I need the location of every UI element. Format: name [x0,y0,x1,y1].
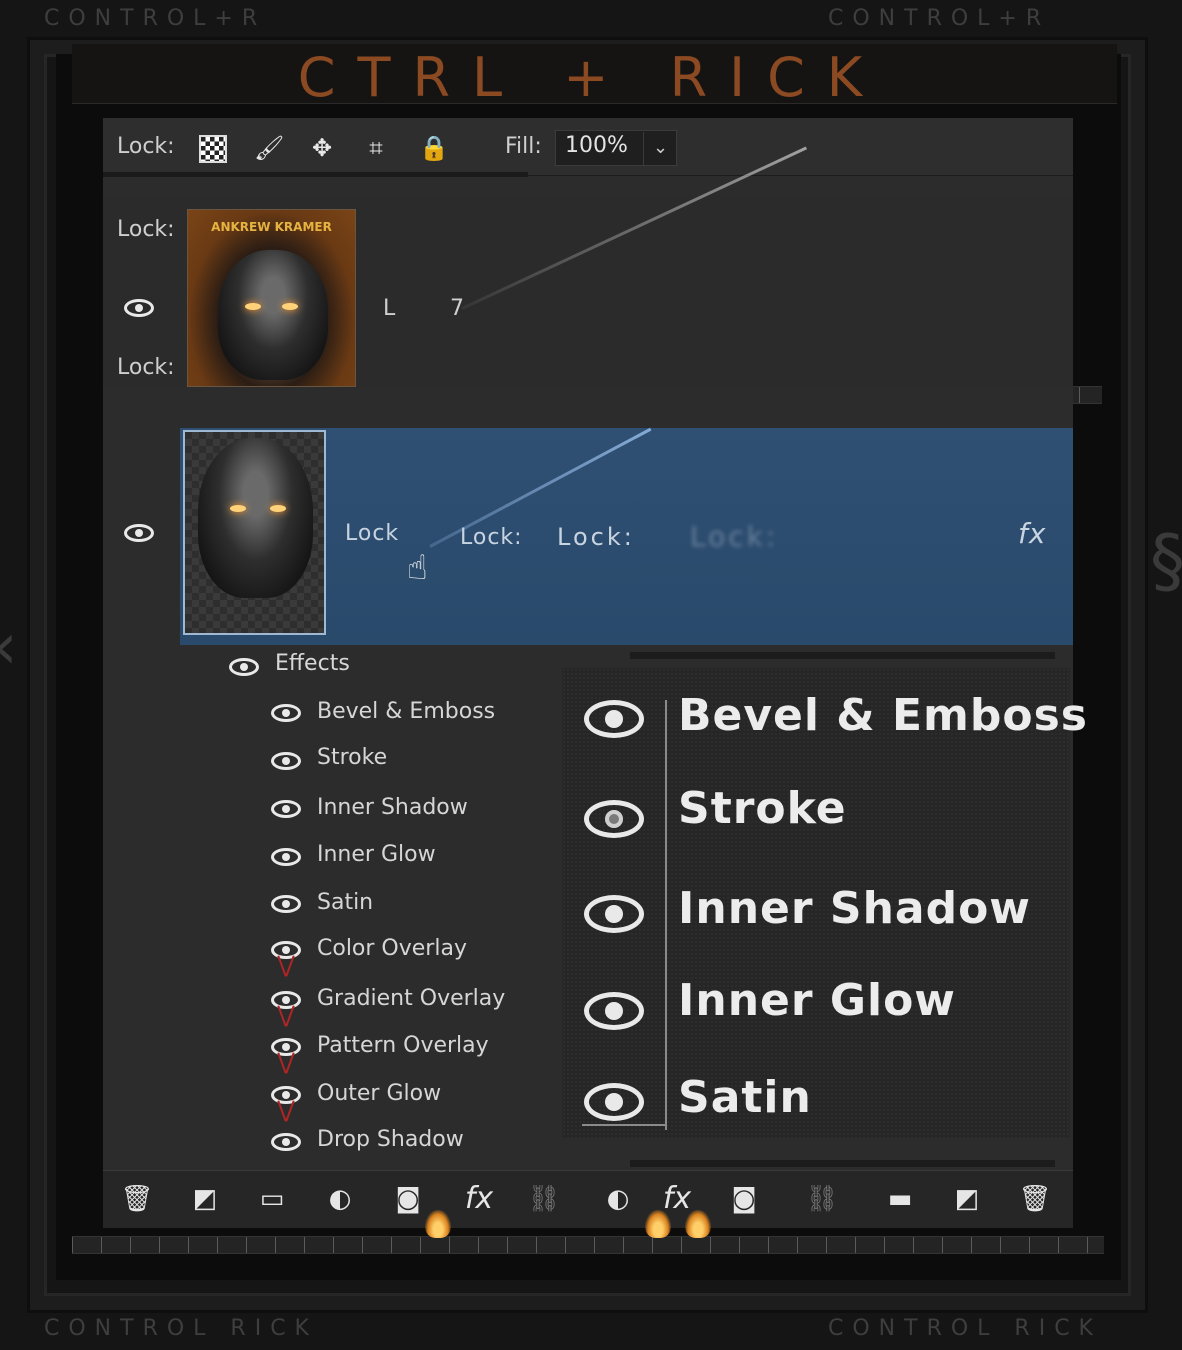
adjustment-icon-2[interactable]: ◐ [601,1182,635,1216]
layer1-name-fragment-a: L [383,296,396,321]
effect-inner-glow[interactable]: Inner Glow [317,842,436,867]
layer1-visibility-eye-icon[interactable] [124,299,154,317]
corner-watermark-bottom-right: CONTROL RICK [828,1316,1102,1341]
zoom-eye-icon-4 [584,1083,644,1121]
effect-pattern-overlay[interactable]: Pattern Overlay [317,1033,489,1058]
effects-group-title[interactable]: Effects [275,651,350,676]
effect-drop-shadow[interactable]: Drop Shadow [317,1127,464,1152]
layer2-lock-text-b: Lock: [460,525,523,550]
flame-glow-mid [645,1210,671,1238]
fill-value[interactable]: 100% [565,133,628,158]
mask-icon[interactable]: ◙ [391,1182,425,1216]
zoom-eye-icon-3 [584,992,644,1030]
layer2-lock-text-c: Lock: [557,523,635,551]
fill-dropdown-chevron-icon[interactable]: ⌄ [643,132,677,166]
adjustment-icon[interactable]: ◐ [323,1182,357,1216]
zoom-effect-bevel-emboss: Bevel & Emboss [678,690,1088,741]
effect-eye-icon-2[interactable] [271,800,301,818]
folder-icon[interactable]: ▭ [255,1182,289,1216]
fx-icon-2[interactable]: fx [660,1182,694,1216]
lock-move-icon[interactable]: ✥ [307,133,337,163]
effect-stroke[interactable]: Stroke [317,745,387,770]
corner-watermark-bottom-left: CONTROL RICK [44,1316,318,1341]
lock-artboard-icon[interactable]: ⌗ [361,133,391,163]
zoom-effect-satin: Satin [678,1072,812,1123]
zoom-effect-inner-shadow: Inner Shadow [678,883,1031,934]
zoom-divider [665,700,667,1130]
layer2-lock-text-a: Lock [345,521,400,546]
lock-label: Lock: [117,134,175,159]
lock-all-icon[interactable]: 🔒 [419,133,449,163]
link-icon[interactable]: ⛓ [527,1182,561,1216]
side-swirl-decor: § [1150,520,1182,602]
trash-icon-2[interactable]: 🗑 [1018,1182,1052,1216]
effect-outer-glow[interactable]: Outer Glow [317,1081,441,1106]
zoom-effect-stroke: Stroke [678,783,847,834]
zoom-eye-icon-0 [584,700,644,738]
layer1-lock-label-bottom: Lock: [117,355,175,380]
fx-icon[interactable]: fx [462,1182,496,1216]
layer1-helmet-image [218,250,328,380]
layer1-helmet-eye-right [282,303,298,310]
red-mark-7 [279,1052,293,1074]
link-icon-2[interactable]: ⛓ [805,1182,839,1216]
folder-icon-2[interactable]: ▬ [883,1182,917,1216]
new-layer-icon[interactable]: ◩ [188,1182,222,1216]
lock-brush-icon[interactable]: 🖌 [254,133,284,163]
mask-icon-2[interactable]: ◙ [727,1182,761,1216]
zoom-baseline [582,1124,667,1126]
zoom-eye-icon-2 [584,895,644,933]
effect-gradient-overlay[interactable]: Gradient Overlay [317,986,505,1011]
trash-icon[interactable]: 🗑 [120,1182,154,1216]
layer1-helmet-eye-left [245,303,261,310]
zoom-effect-inner-glow: Inner Glow [678,975,956,1026]
new-layer-icon-2[interactable]: ◩ [950,1182,984,1216]
layer2-helmet-eye-right [270,505,286,512]
zoom-bottom-strip [630,1160,1055,1167]
ruler-bottom [72,1236,1104,1254]
red-mark-8 [279,1100,293,1122]
corner-watermark-top-right: CONTROL+R [828,6,1051,31]
layer2-visibility-eye-icon[interactable] [124,524,154,542]
effect-eye-icon-0[interactable] [271,704,301,722]
layer2-fx-badge[interactable]: fx [1018,517,1046,550]
layer2-lock-text-blurred: Lock: [690,520,779,553]
side-chevron-left-decor: ‹ [0,610,18,684]
effect-inner-shadow[interactable]: Inner Shadow [317,795,468,820]
lock-transparent-icon[interactable] [199,135,227,163]
layer1-lock-label-top: Lock: [117,217,175,242]
effect-satin[interactable]: Satin [317,890,373,915]
red-mark-5 [279,955,293,977]
layer2-helmet-image [198,438,313,598]
effect-eye-icon-4[interactable] [271,895,301,913]
effect-eye-icon-1[interactable] [271,752,301,770]
layer1-thumbnail-caption: ANKREW KRAMER [211,220,332,234]
effects-visibility-eye-icon[interactable] [229,658,259,676]
effect-eye-icon-9[interactable] [271,1133,301,1151]
lock-bar-shadow [103,172,528,177]
zoom-eye-icon-1 [584,800,644,838]
page-title: CTRL + RICK [297,46,885,109]
effect-eye-icon-3[interactable] [271,848,301,866]
effect-color-overlay[interactable]: Color Overlay [317,936,467,961]
layers-bottom-toolbar [103,1170,1073,1228]
flame-glow-right [685,1210,711,1238]
layer2-helmet-eye-left [230,505,246,512]
zoom-top-strip [630,652,1055,659]
flame-glow-left [425,1210,451,1238]
corner-watermark-top-left: CONTROL+R [44,6,267,31]
fill-label: Fill: [505,134,542,159]
effect-bevel-emboss[interactable]: Bevel & Emboss [317,699,495,724]
hand-cursor-icon: ☝ [407,548,428,588]
red-mark-6 [279,1005,293,1027]
